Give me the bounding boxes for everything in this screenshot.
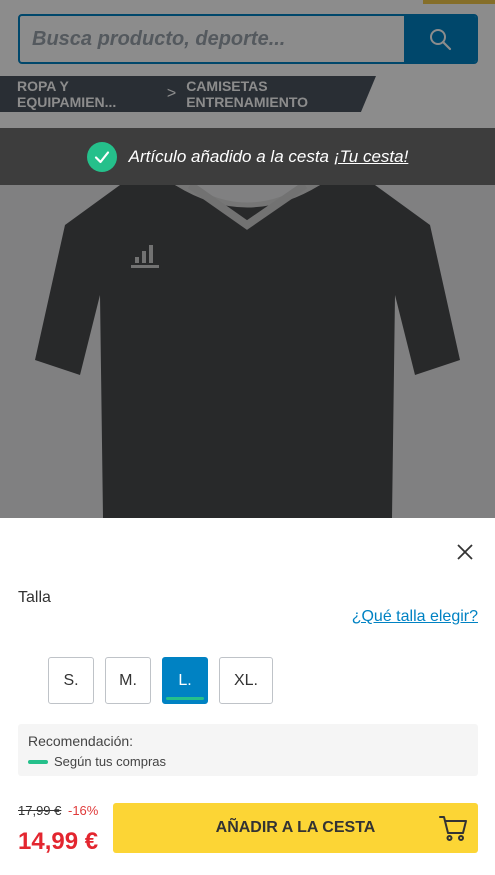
size-selection-sheet: Talla ¿Qué talla elegir? S. M. L. XL. Re… [0,518,495,875]
size-option-s[interactable]: S. [48,657,94,704]
old-price-line: 17,99 € -16% [18,803,98,818]
added-to-cart-notification: Artículo añadido a la cesta ¡Tu cesta! [0,128,495,185]
current-price: 14,99 € [18,828,99,855]
size-guide-link[interactable]: ¿Qué talla elegir? [352,608,478,626]
check-icon [86,141,117,172]
cart-link[interactable]: ¡Tu cesta! [334,147,408,167]
size-option-xl[interactable]: XL. [219,657,273,704]
size-option-m[interactable]: M. [105,657,151,704]
price-block: 17,99 € -16% 14,99 € [18,803,98,856]
recommendation-line: Según tus compras [28,754,468,769]
close-icon [457,544,473,560]
recommendation-text: Según tus compras [54,754,167,769]
notification-message: Artículo añadido a la cesta [128,146,330,166]
recommendation-title: Recomendación: [28,733,134,749]
add-to-cart-button[interactable]: AÑADIR A LA CESTA [113,803,478,853]
old-price: 17,99 € [18,803,62,818]
size-options: S. M. L. XL. [48,657,273,704]
discount-badge: -16% [68,803,99,818]
cart-icon [439,816,467,841]
size-label: Talla [18,589,51,606]
recommendation-indicator [28,759,48,764]
size-option-l[interactable]: L. [162,657,208,704]
size-recommendation: Recomendación: Según tus compras [18,724,478,776]
close-button[interactable] [455,542,475,562]
add-to-cart-label: AÑADIR A LA CESTA [215,819,376,836]
